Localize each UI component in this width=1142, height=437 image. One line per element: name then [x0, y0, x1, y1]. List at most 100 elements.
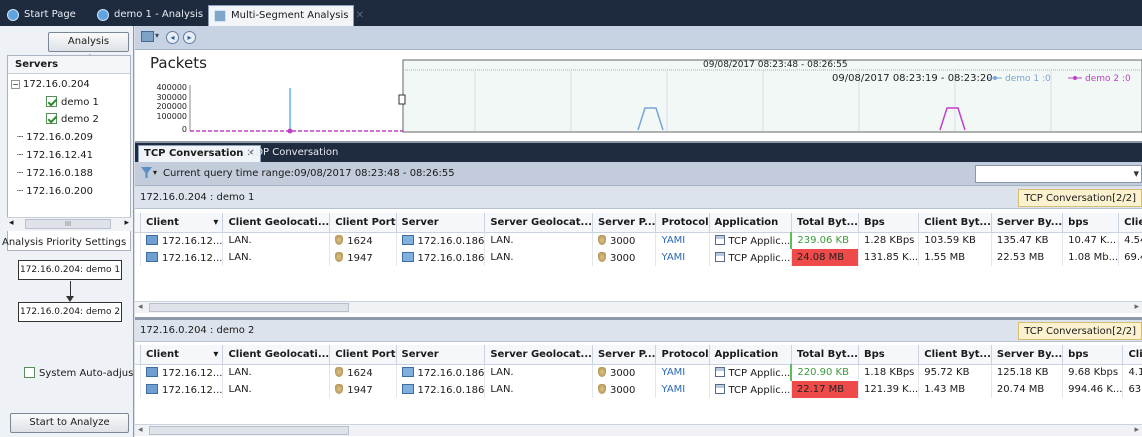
cell-total-bytes[interactable]: 24.08 MB	[791, 249, 859, 266]
cell-server-bytes[interactable]: 125.18 KB	[991, 364, 1064, 381]
left-horizontal-scrollbar[interactable]: ◂ III ▸	[7, 217, 131, 231]
column-header-client[interactable]: Client ▾	[140, 345, 224, 365]
cell-bits-per-second[interactable]: 994.46 K...	[1062, 381, 1124, 398]
column-header-protocol[interactable]: Protocol	[655, 345, 710, 365]
cell-total-bytes[interactable]: 239.06 KB	[790, 232, 859, 249]
cell-server-bytes[interactable]: 20.74 MB	[991, 381, 1064, 398]
column-header-client[interactable]: Client ▾	[140, 213, 224, 233]
column-header-application[interactable]: Application	[709, 345, 792, 365]
tab-udp-conversation[interactable]: UDP Conversation	[243, 145, 343, 162]
next-icon[interactable]: ▸	[183, 31, 196, 44]
column-header-bps[interactable]: Bps	[858, 345, 920, 365]
packets-chart[interactable]: Packets 400000 300000 200000 100000 0 09…	[135, 50, 1142, 143]
cell-client[interactable]: 172.16.12...	[140, 364, 224, 381]
column-header-client-geolocation[interactable]: Client Geolocati...	[222, 213, 331, 233]
cell-server[interactable]: 172.16.0.186	[396, 381, 486, 398]
tree-item-server[interactable]: ┈ 172.16.0.200	[17, 186, 93, 197]
analysis-settings-button[interactable]: Analysis Settings	[48, 32, 129, 65]
column-header-server-geolocation[interactable]: Server Geolocat...	[484, 345, 593, 365]
cell-total-bytes[interactable]: 22.17 MB	[791, 381, 859, 398]
column-header-bps[interactable]: Bps	[858, 213, 920, 233]
scroll-right-arrow-icon[interactable]: ▸	[124, 218, 129, 228]
cell-client-bytes[interactable]: 95.72 KB	[918, 364, 992, 381]
cell-server-port[interactable]: 3000	[592, 249, 657, 266]
column-header-server-bytes[interactable]: Server By...	[991, 345, 1064, 365]
column-header-server-bytes[interactable]: Server By...	[991, 213, 1064, 233]
cell-server-bytes[interactable]: 135.47 KB	[991, 232, 1064, 249]
cell-application[interactable]: TCP Applic...	[709, 381, 792, 398]
cell-client-bps[interactable]: 4.54 Kbps	[1118, 232, 1142, 249]
conversation-count-badge[interactable]: TCP Conversation[2/2]	[1018, 322, 1142, 340]
cell-client-port[interactable]: 1624	[329, 364, 397, 381]
cell-client-bytes[interactable]: 103.59 KB	[918, 232, 992, 249]
scroll-left-arrow-icon[interactable]: ◂	[138, 425, 143, 435]
column-header-server[interactable]: Server	[396, 345, 486, 365]
cell-server-bytes[interactable]: 22.53 MB	[991, 249, 1064, 266]
cell-server[interactable]: 172.16.0.186	[396, 232, 486, 249]
cell-application[interactable]: TCP Applic...	[709, 232, 792, 249]
tab-multi-segment-analysis[interactable]: Multi-Segment Analysis ✕	[208, 5, 364, 26]
conversation-count-badge[interactable]: TCP Conversation[2/2]	[1018, 189, 1142, 207]
column-header-client-bps[interactable]: Client bps	[1118, 213, 1142, 233]
tree-item-server[interactable]: ┈ 172.16.0.209	[17, 132, 93, 143]
cell-client-geolocation[interactable]: LAN.	[222, 364, 331, 381]
cell-client-port[interactable]: 1947	[329, 381, 397, 398]
column-header-bits-per-second[interactable]: bps	[1062, 345, 1124, 365]
cell-server-geolocation[interactable]: LAN.	[484, 381, 593, 398]
priority-item-2[interactable]: 172.16.0.204: demo 2	[18, 302, 122, 322]
scroll-right-arrow-icon[interactable]: ▸	[1134, 425, 1139, 435]
table-row[interactable]: 172.16.12... LAN. 1624 172.16.0.186 LAN. 3000…	[135, 364, 1142, 381]
cell-client-port[interactable]: 1624	[329, 232, 397, 249]
column-header-bits-per-second[interactable]: bps	[1062, 213, 1120, 233]
table-row[interactable]: 172.16.12... LAN. 1947 172.16.0.186 LAN. 3000…	[135, 381, 1142, 398]
column-header-client-geolocation[interactable]: Client Geolocati...	[222, 345, 331, 365]
checkbox-checked-icon[interactable]	[46, 113, 57, 124]
dropdown-arrow-icon[interactable]: ▾	[155, 31, 159, 40]
cell-bps[interactable]: 1.18 KBps	[858, 364, 920, 381]
priority-item-1[interactable]: 172.16.0.204: demo 1	[18, 260, 122, 280]
column-header-protocol[interactable]: Protocol	[655, 213, 710, 233]
cell-protocol[interactable]: YAMI	[655, 364, 710, 381]
cell-server-port[interactable]: 3000	[592, 381, 657, 398]
column-header-total-bytes[interactable]: Total Byt...	[791, 345, 859, 365]
cell-bps[interactable]: 131.85 K...	[858, 249, 920, 266]
cell-server-geolocation[interactable]: LAN.	[484, 364, 593, 381]
cell-server[interactable]: 172.16.0.186	[396, 364, 486, 381]
column-header-server-port[interactable]: Server P...	[592, 213, 657, 233]
cell-client[interactable]: 172.16.12...	[140, 381, 224, 398]
column-header-client-bps[interactable]: Client bps	[1122, 345, 1142, 365]
cell-server-geolocation[interactable]: LAN.	[484, 249, 593, 266]
sort-dropdown-icon[interactable]: ▾	[213, 349, 218, 360]
cell-server-port[interactable]: 3000	[592, 232, 657, 249]
cell-client-geolocation[interactable]: LAN.	[222, 249, 331, 266]
column-header-client-bytes[interactable]: Client Byt...	[918, 213, 992, 233]
tree-item-server[interactable]: ┈ 172.16.0.188	[17, 168, 93, 179]
column-header-client-port[interactable]: Client Port	[329, 345, 397, 365]
cell-server-port[interactable]: 3000	[592, 364, 657, 381]
cell-application[interactable]: TCP Applic...	[709, 364, 792, 381]
scroll-thumb[interactable]: III	[25, 219, 111, 229]
tree-item-server[interactable]: ┈ 172.16.12.41	[17, 150, 93, 161]
cell-client-bytes[interactable]: 1.55 MB	[918, 249, 992, 266]
scroll-thumb[interactable]	[149, 303, 349, 312]
calendar-icon[interactable]	[141, 31, 154, 42]
collapse-icon[interactable]: −	[11, 80, 20, 89]
tree-item-demo1[interactable]: demo 1	[46, 96, 99, 108]
cell-total-bytes[interactable]: 220.90 KB	[790, 364, 859, 381]
table-row[interactable]: 172.16.12... LAN. 1947 172.16.0.186 LAN. 3000…	[135, 249, 1142, 266]
cell-bits-per-second[interactable]: 1.08 Mb...	[1062, 249, 1120, 266]
checkbox-unchecked-icon[interactable]	[24, 367, 35, 378]
cell-application[interactable]: TCP Applic...	[709, 249, 792, 266]
sort-dropdown-icon[interactable]: ▾	[213, 217, 218, 228]
tree-item-demo2[interactable]: demo 2	[46, 113, 99, 125]
cell-server[interactable]: 172.16.0.186	[396, 249, 486, 266]
cell-client[interactable]: 172.16.12...	[140, 232, 224, 249]
start-to-analyze-button[interactable]: Start to Analyze	[10, 413, 129, 433]
column-header-client-port[interactable]: Client Port	[329, 213, 397, 233]
tab-demo1-analysis[interactable]: demo 1 - Analysis	[92, 5, 204, 26]
column-header-client-bytes[interactable]: Client Byt...	[918, 345, 992, 365]
scroll-right-arrow-icon[interactable]: ▸	[1134, 302, 1139, 312]
filter-icon[interactable]	[141, 167, 152, 178]
table-horizontal-scrollbar[interactable]: ◂ ▸	[135, 301, 1142, 313]
scroll-left-arrow-icon[interactable]: ◂	[9, 218, 14, 228]
